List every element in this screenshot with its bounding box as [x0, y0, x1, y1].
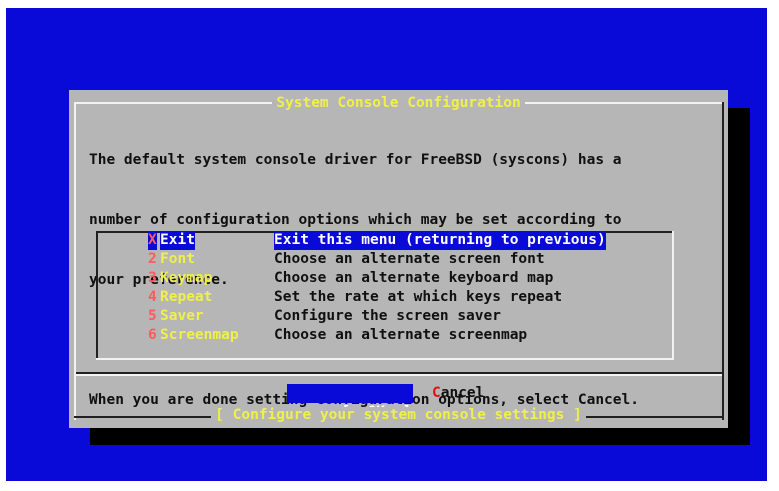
menu-item-description: Set the rate at which keys repeat	[274, 289, 563, 305]
menu-item-exit[interactable]: X Exit Exit this menu (returning to prev…	[96, 231, 674, 250]
menu-item-font[interactable]: 2 Font Choose an alternate screen font	[96, 250, 674, 269]
system-console-configuration-dialog: System Console Configuration The default…	[69, 90, 728, 428]
menu-item-hotkey: 2	[148, 251, 157, 267]
menu-item-name: Keymap	[160, 270, 213, 286]
dialog-frame-right	[722, 102, 724, 420]
menu-item-name: Screenmap	[160, 327, 239, 343]
description-line: number of configuration options which ma…	[89, 212, 622, 228]
menu-item-hotkey: 3	[148, 270, 157, 286]
menu-item-name: Exit	[160, 231, 195, 250]
menu-item-screenmap[interactable]: 6 Screenmap Choose an alternate screenma…	[96, 326, 674, 345]
menu-item-name: Repeat	[160, 289, 213, 305]
ok-button-label: [ OK ]	[341, 404, 412, 420]
description-line: The default system console driver for Fr…	[89, 152, 622, 168]
menu-item-keymap[interactable]: 3 Keymap Choose an alternate keyboard ma…	[96, 269, 674, 288]
cancel-button[interactable]: Cancel	[432, 384, 484, 403]
button-separator-light	[76, 374, 722, 376]
menu-item-hotkey: 5	[148, 308, 157, 324]
menu-item-hotkey: X	[148, 231, 157, 250]
menu-item-description: Choose an alternate keyboard map	[274, 270, 554, 286]
menu-item-repeat[interactable]: 4 Repeat Set the rate at which keys repe…	[96, 288, 674, 307]
menu-item-description: Choose an alternate screenmap	[274, 327, 528, 343]
ok-button[interactable]: [ OK ]	[287, 384, 414, 420]
cancel-button-label: ancel	[440, 385, 485, 401]
menu-frame-bottom	[96, 358, 674, 360]
menu-item-description: Exit this menu (returning to previous)	[274, 231, 606, 250]
menu-item-name: Font	[160, 251, 195, 267]
cancel-button-hotkey: C	[432, 385, 441, 401]
menu-item-description: Choose an alternate screen font	[274, 251, 545, 267]
menu-list: X Exit Exit this menu (returning to prev…	[96, 231, 674, 360]
menu-item-hotkey: 4	[148, 289, 157, 305]
dialog-frame-top	[74, 102, 724, 104]
menu-item-name: Saver	[160, 308, 204, 324]
menu-item-hotkey: 6	[148, 327, 157, 343]
console-screen: System Console Configuration The default…	[6, 8, 767, 481]
menu-item-description: Configure the screen saver	[274, 308, 501, 324]
menu-item-saver[interactable]: 5 Saver Configure the screen saver	[96, 307, 674, 326]
